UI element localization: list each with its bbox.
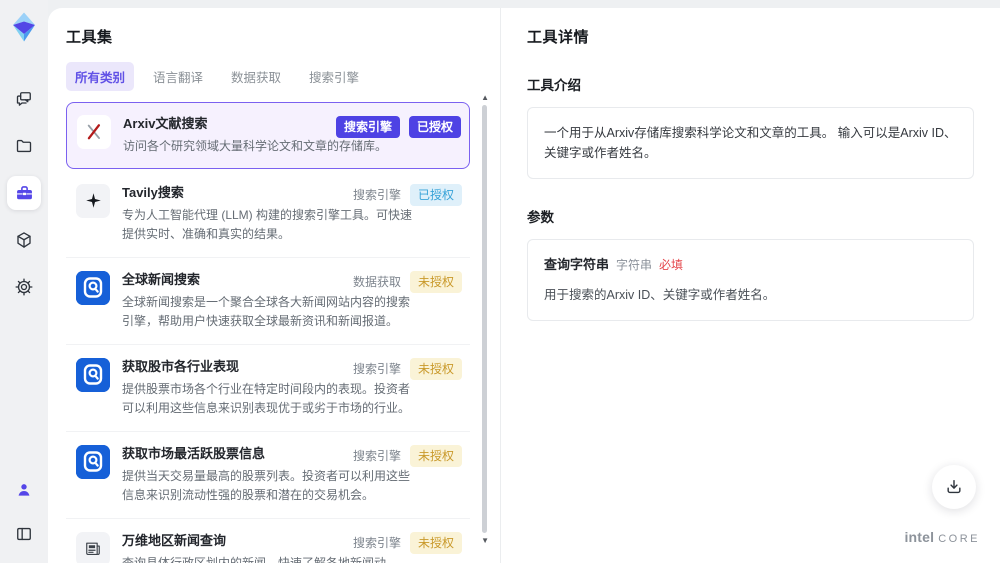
panel-toggle-icon: [14, 524, 34, 544]
tool-description: 全球新闻搜索是一个聚合全球各大新闻网站内容的搜索引擎，帮助用户快速获取全球最新资…: [122, 294, 411, 328]
brand-core-text: core: [938, 533, 980, 545]
auth-status-badge: 未授权: [409, 270, 462, 293]
param-type: 字符串: [616, 258, 653, 272]
tavily-icon: [76, 183, 110, 218]
list-scrollbar[interactable]: [482, 105, 487, 533]
params-heading: 参数: [527, 210, 554, 225]
param-description: 用于搜索的Arxiv ID、关键字或作者姓名。: [544, 287, 776, 302]
tool-list-item[interactable]: 万维地区新闻查询 查询具体行政区划内的新闻，快速了解各地新闻动 搜索引擎 未授权: [66, 518, 470, 563]
toolbox-icon: [14, 183, 35, 204]
newspaper-icon: [76, 531, 110, 563]
tool-detail-panel: 工具详情 工具介绍 一个用于从Arxiv存储库搜索科学论文和文章的工具。 输入可…: [500, 8, 1000, 563]
sidebar-item-chat[interactable]: [7, 82, 41, 116]
intel-core-logo: intel core: [904, 529, 980, 545]
category-tabs: 所有类别 语言翻译 数据获取 搜索引擎: [66, 62, 470, 91]
sidebar-item-user[interactable]: [7, 473, 41, 507]
scroll-up-arrow[interactable]: ▲: [481, 94, 489, 102]
page-title: 工具集: [66, 29, 113, 46]
settings-icon: [14, 277, 34, 297]
category-badge: 搜索引擎: [352, 361, 401, 376]
tool-description: 访问各个研究领域大量科学论文和文章的存储库。: [123, 139, 388, 153]
intro-box: 一个用于从Arxiv存储库搜索科学论文和文章的工具。 输入可以是Arxiv ID…: [527, 107, 974, 179]
sidebar-nav: [7, 82, 41, 304]
auth-status-badge: 未授权: [409, 357, 462, 380]
tool-title: 万维地区新闻查询: [122, 532, 227, 548]
app-logo[interactable]: [7, 10, 41, 44]
tool-description: 专为人工智能代理 (LLM) 构建的搜索引擎工具。可快速提供实时、准确和真实的结…: [122, 207, 413, 241]
param-name: 查询字符串: [544, 257, 610, 272]
chat-icon: [14, 89, 34, 109]
auth-status-badge: 已授权: [408, 116, 461, 138]
tool-badges: 搜索引擎 未授权: [352, 531, 462, 554]
auth-status-badge: 已授权: [409, 183, 462, 206]
tool-description: 查询具体行政区划内的新闻，快速了解各地新闻动: [122, 555, 387, 563]
sidebar-item-settings[interactable]: [7, 270, 41, 304]
sidebar-item-toolbox[interactable]: [7, 176, 41, 210]
param-required-badge: 必填: [659, 258, 684, 272]
tool-description: 提供股票市场各个行业在特定时间段内的表现。投资者可以利用这些信息来识别表现优于或…: [122, 381, 411, 415]
tool-list-item[interactable]: 全球新闻搜索 全球新闻搜索是一个聚合全球各大新闻网站内容的搜索引擎，帮助用户快速获…: [66, 257, 470, 345]
tool-list-item[interactable]: 获取股市各行业表现 提供股票市场各个行业在特定时间段内的表现。投资者可以利用这些信…: [66, 344, 470, 432]
folder-icon: [14, 136, 34, 156]
tool-list-item[interactable]: 获取市场最活跃股票信息 提供当天交易量最高的股票列表。投资者可以利用这些信息来识别…: [66, 431, 470, 519]
arxiv-icon: [77, 115, 111, 149]
category-badge: 搜索引擎: [352, 187, 401, 202]
blue-search-icon: [76, 270, 110, 305]
tool-badges: 搜索引擎 已授权: [352, 183, 462, 206]
tool-description: 提供当天交易量最高的股票列表。投资者可以利用这些信息来识别流动性强的股票和潜在的…: [122, 468, 411, 502]
main-surface: 工具集 所有类别 语言翻译 数据获取 搜索引擎 Arxiv文献搜索 访问各个研究领域大量…: [48, 8, 1000, 563]
sidebar-item-folder[interactable]: [7, 129, 41, 163]
tool-list: Arxiv文献搜索 访问各个研究领域大量科学论文和文章的存储库。 搜索引擎 已授权 Ta…: [66, 102, 470, 563]
tool-list-item[interactable]: Tavily搜索 专为人工智能代理 (LLM) 构建的搜索引擎工具。可快速提供实时…: [66, 170, 470, 258]
category-badge: 搜索引擎: [352, 448, 401, 463]
tab-0[interactable]: 所有类别: [66, 62, 135, 91]
download-icon: [944, 477, 964, 497]
param-head: 查询字符串 字符串 必填: [544, 255, 957, 276]
detail-title: 工具详情: [527, 29, 590, 46]
tool-badges: 数据获取 未授权: [352, 270, 462, 293]
app-sidebar: [0, 0, 48, 563]
category-badge: 数据获取: [352, 274, 401, 289]
tab-3[interactable]: 搜索引擎: [300, 62, 368, 91]
blue-search-icon: [76, 357, 110, 392]
sidebar-bottom: [7, 473, 41, 551]
category-badge: 搜索引擎: [335, 116, 400, 138]
tab-1[interactable]: 语言翻译: [144, 62, 212, 91]
user-icon: [15, 481, 33, 499]
sidebar-item-cube[interactable]: [7, 223, 41, 257]
cube-icon: [14, 230, 34, 250]
tool-badges: 搜索引擎 未授权: [352, 444, 462, 467]
intro-text: 一个用于从Arxiv存储库搜索科学论文和文章的工具。 输入可以是Arxiv ID…: [544, 126, 957, 160]
intro-heading: 工具介绍: [527, 78, 581, 93]
category-badge: 搜索引擎: [352, 535, 401, 550]
tab-2[interactable]: 数据获取: [222, 62, 290, 91]
sidebar-item-panel-toggle[interactable]: [7, 517, 41, 551]
tool-badges: 搜索引擎 未授权: [352, 357, 462, 380]
download-button[interactable]: [932, 465, 976, 509]
blue-search-icon: [76, 444, 110, 479]
brand-intel-text: intel: [904, 529, 935, 545]
tool-badges: 搜索引擎 已授权: [335, 116, 461, 138]
auth-status-badge: 未授权: [409, 444, 462, 467]
scroll-down-arrow[interactable]: ▼: [481, 537, 489, 545]
param-box: 查询字符串 字符串 必填 用于搜索的Arxiv ID、关键字或作者姓名。: [527, 239, 974, 321]
auth-status-badge: 未授权: [409, 531, 462, 554]
tool-list-panel: 工具集 所有类别 语言翻译 数据获取 搜索引擎 Arxiv文献搜索 访问各个研究领域大量…: [48, 8, 500, 563]
tool-list-item[interactable]: Arxiv文献搜索 访问各个研究领域大量科学论文和文章的存储库。 搜索引擎 已授权: [66, 102, 470, 169]
